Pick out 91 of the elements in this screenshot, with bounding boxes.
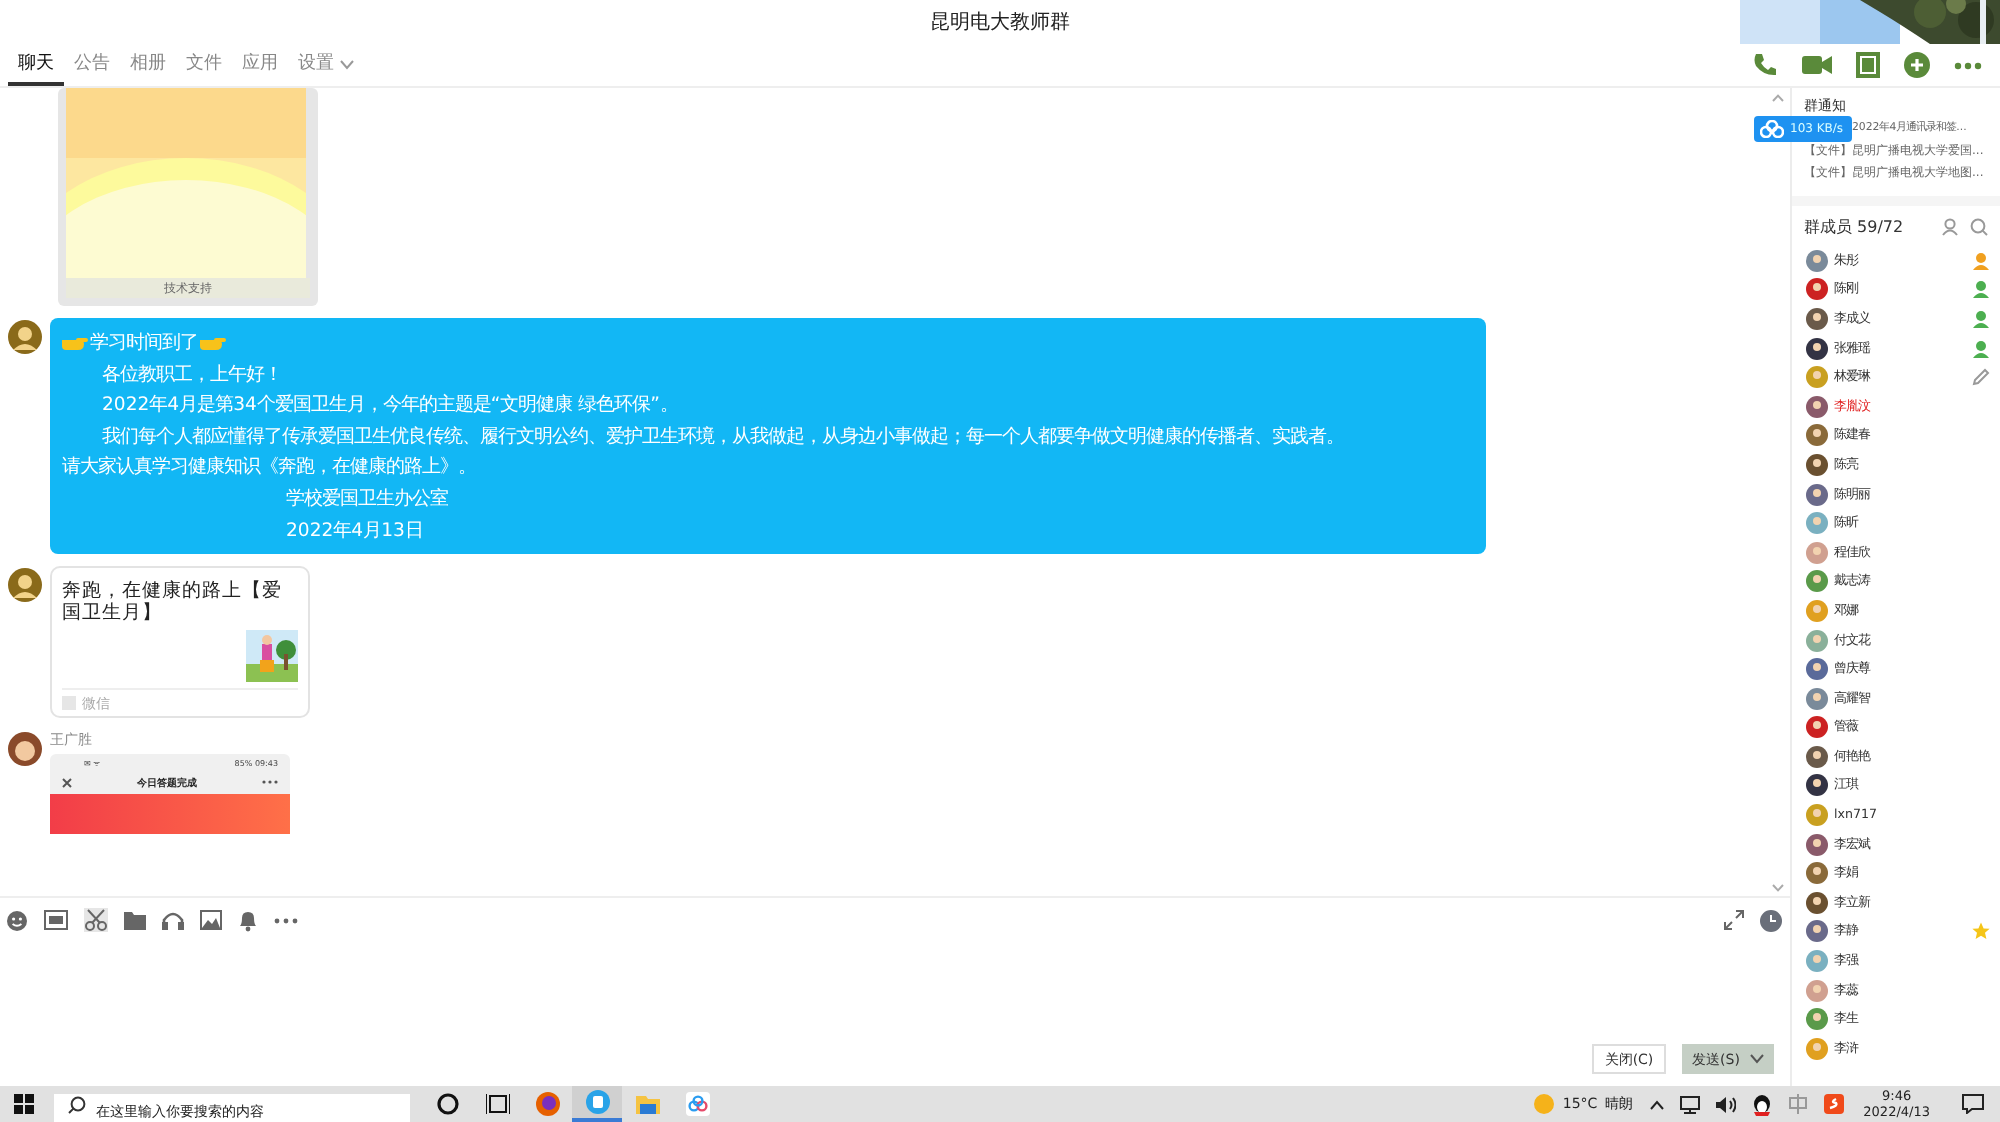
- avatar: [1806, 891, 1828, 914]
- window-title: 昆明电大教师群: [930, 9, 1070, 36]
- message-text: 各位教职工，上午好！: [100, 361, 284, 390]
- cortana-icon[interactable]: [435, 1092, 459, 1116]
- whiteboard-icon[interactable]: [1856, 52, 1880, 78]
- avatar: [1806, 366, 1828, 389]
- more-icon[interactable]: [274, 917, 298, 923]
- avatar: [1806, 804, 1828, 827]
- message-text: 请大家认真学习健康知识《奔跑，在健康的路上》。: [62, 454, 478, 483]
- folder-icon[interactable]: [635, 1092, 659, 1116]
- message-text: 我们每个人都应懂得了传承爱国卫生优良传统、履行文明公约、爱护卫生环境，从我做起，从身边小事做起；每一个人都要争做文明健康的传播者、实践者。: [100, 423, 1346, 452]
- admin-icon: [1972, 339, 1990, 358]
- tab[interactable]: 应用: [232, 44, 288, 86]
- cloud-icon: [1760, 120, 1784, 138]
- speaker-icon[interactable]: [1715, 1095, 1736, 1113]
- avatar[interactable]: [8, 568, 42, 603]
- avatar: [1806, 307, 1828, 330]
- sun-icon: [1534, 1094, 1555, 1114]
- phone-icon[interactable]: [1752, 52, 1778, 78]
- add-icon[interactable]: [1904, 52, 1930, 78]
- history-icon[interactable]: [1760, 909, 1782, 931]
- avatar: [1806, 745, 1828, 768]
- avatar: [1806, 249, 1828, 272]
- more-icon[interactable]: [1954, 61, 1982, 69]
- avatar: [1806, 453, 1828, 476]
- avatar: [1806, 337, 1828, 360]
- task-view-icon[interactable]: [485, 1092, 509, 1116]
- scissors-icon[interactable]: [84, 908, 108, 932]
- message-text: 学校爱国卫生办公室: [284, 485, 450, 514]
- avatar: [1806, 862, 1828, 885]
- message-text: 2022年4月是第34个爱国卫生月，今年的主题是“文明健康 绿色环保”。: [100, 392, 680, 421]
- pointing-hand-icon: [62, 334, 88, 353]
- bell-icon[interactable]: [238, 909, 258, 931]
- tab[interactable]: 文件: [176, 44, 232, 86]
- input-app-icon[interactable]: [1823, 1094, 1844, 1114]
- close-icon: [62, 777, 72, 788]
- tab[interactable]: 公告: [64, 44, 120, 86]
- chat-app-icon[interactable]: [585, 1090, 609, 1114]
- avatar: [1806, 483, 1828, 506]
- avatar[interactable]: [8, 732, 42, 767]
- pencil-icon: [1972, 368, 1990, 387]
- search-icon: [68, 1096, 86, 1114]
- avatar: [1806, 687, 1828, 710]
- chevron-up-icon[interactable]: [1649, 1099, 1664, 1109]
- avatar: [1806, 658, 1828, 681]
- more-icon: [262, 780, 278, 785]
- admin-icon: [1972, 280, 1990, 299]
- browser-icon[interactable]: [535, 1092, 559, 1116]
- headphones-icon[interactable]: [162, 910, 184, 930]
- avatar: [1806, 716, 1828, 739]
- tab[interactable]: 设置: [288, 44, 364, 86]
- message-text: 2022年4月13日: [284, 517, 425, 546]
- chevron-down-icon[interactable]: [1750, 1054, 1764, 1064]
- tab[interactable]: 聊天: [8, 44, 64, 86]
- admin-icon: [1972, 309, 1990, 328]
- avatar: [1806, 1008, 1828, 1031]
- search-icon[interactable]: [1970, 218, 1988, 236]
- owner-icon: [1972, 251, 1990, 270]
- avatar: [1806, 424, 1828, 447]
- avatar: [1806, 1037, 1828, 1060]
- avatar: [1806, 629, 1828, 652]
- video-camera-icon[interactable]: [1802, 54, 1832, 76]
- avatar: [1806, 920, 1828, 943]
- avatar: [1806, 395, 1828, 418]
- image-icon[interactable]: [200, 910, 222, 930]
- message-heading: 学习时间到了: [90, 330, 198, 358]
- avatar: [1806, 833, 1828, 856]
- avatar: [1806, 570, 1828, 593]
- avatar: [1806, 599, 1828, 622]
- emoji-icon[interactable]: [6, 909, 28, 931]
- avatar: [1806, 774, 1828, 797]
- tab[interactable]: 相册: [120, 44, 176, 86]
- card-title: 奔跑，在健康的路上【爱国卫生月】: [62, 580, 284, 625]
- network-icon[interactable]: [1679, 1095, 1700, 1113]
- avatar: [1806, 278, 1828, 301]
- avatar: [1806, 512, 1828, 535]
- star-icon: [1972, 922, 1990, 941]
- add-member-icon[interactable]: [1942, 218, 1960, 236]
- notification-icon[interactable]: [1962, 1094, 1984, 1114]
- cloud-icon[interactable]: [685, 1092, 709, 1116]
- avatar: [1806, 979, 1828, 1002]
- avatar[interactable]: [8, 320, 42, 354]
- app-icon: [62, 696, 76, 711]
- fullscreen-icon[interactable]: [1724, 910, 1744, 930]
- pointing-hand-icon: [200, 334, 226, 353]
- folder-icon[interactable]: [124, 910, 146, 930]
- members-title: 群成员 59/72: [1804, 216, 1904, 238]
- avatar: [1806, 950, 1828, 973]
- windows-start-icon[interactable]: [14, 1094, 34, 1114]
- input-method-icon[interactable]: [1787, 1094, 1808, 1114]
- avatar: [1806, 541, 1828, 564]
